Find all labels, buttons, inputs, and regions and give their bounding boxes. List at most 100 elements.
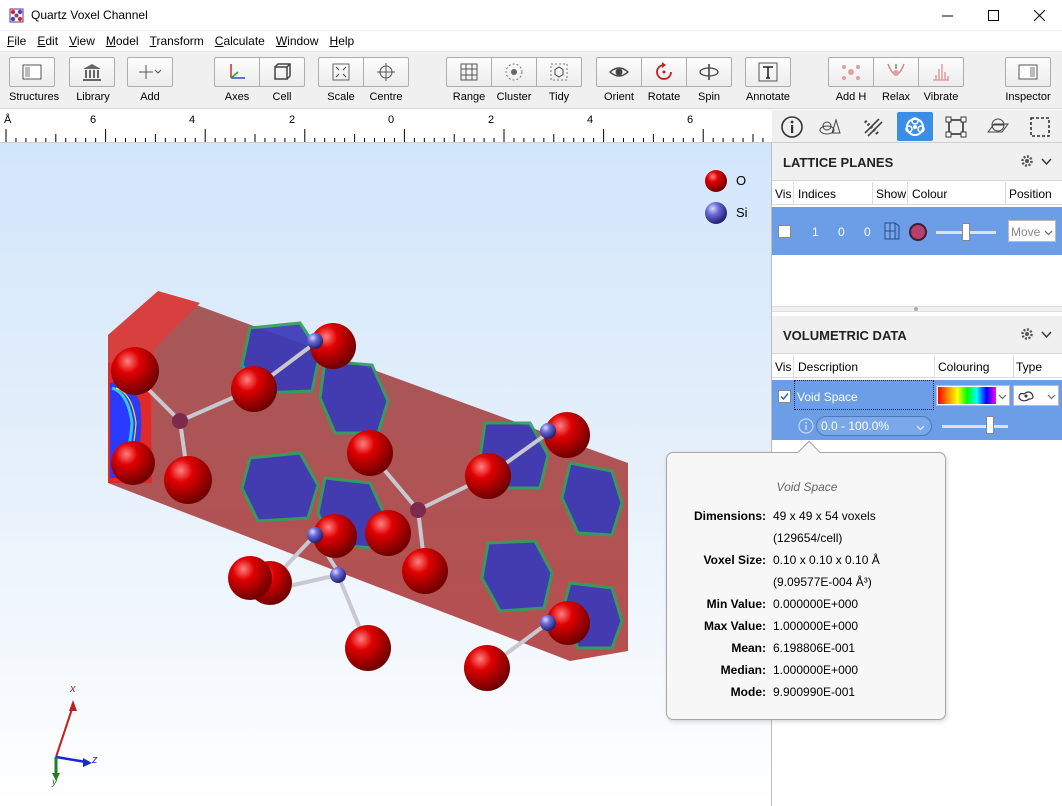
eye-icon [608, 67, 630, 77]
splitter-handle[interactable] [772, 306, 1062, 312]
legend-si-sphere [705, 202, 727, 224]
menu-view[interactable]: View [65, 34, 99, 48]
volumetric-data-columns: Vis Description Colouring Type [772, 355, 1062, 378]
centre-icon [377, 63, 395, 81]
inspector-icon [1018, 64, 1038, 80]
info-icon[interactable] [798, 418, 814, 434]
close-button[interactable] [1016, 0, 1062, 31]
volumetric-visible-checkbox[interactable] [778, 390, 791, 403]
tooltip-key: Dimensions: [693, 509, 766, 523]
lattice-plane-visible-checkbox[interactable] [778, 225, 791, 238]
tab-info[interactable] [774, 112, 810, 141]
tab-plane[interactable] [980, 112, 1016, 141]
menu-edit[interactable]: Edit [33, 34, 62, 48]
relax-button[interactable]: Relax [873, 57, 919, 107]
add-button[interactable]: Add [127, 57, 173, 107]
centre-button[interactable]: Centre [363, 57, 409, 107]
structures-icon [22, 64, 42, 80]
tooltip-key: Max Value: [703, 619, 766, 633]
col-colour: Colour [912, 187, 948, 201]
plane-show-icon[interactable] [882, 221, 902, 241]
vibrate-icon [933, 64, 949, 81]
surface-type-select[interactable] [1013, 385, 1059, 406]
info-icon [781, 115, 803, 138]
tooltip-value: (129654/cell) [773, 531, 843, 545]
menu-window[interactable]: Window [272, 34, 323, 48]
chevron-down-icon [1047, 394, 1056, 400]
menu-file[interactable]: File [3, 34, 30, 48]
spin-button[interactable]: Spin [686, 57, 732, 107]
chevron-down-icon [1044, 230, 1053, 236]
minimize-button[interactable] [924, 0, 970, 31]
ruler-tick-label: 4 [189, 114, 196, 126]
opacity-slider[interactable] [942, 425, 1008, 428]
close-icon [1033, 10, 1045, 21]
tooltip-value: 1.000000E+000 [773, 619, 859, 633]
tooltip-title: Void Space [776, 480, 838, 494]
range-select[interactable]: 0.0 - 100.0% [816, 416, 932, 436]
ruler-tick-label: 4 [587, 114, 594, 126]
axes-button[interactable]: Axes [214, 57, 260, 107]
ruler-tick-label: 2 [488, 114, 495, 126]
axes-triad [52, 700, 92, 781]
lattice-plane-row[interactable]: 1 0 0 Move [772, 207, 1062, 255]
menu-bar: File Edit View Model Transform Calculate… [0, 31, 1062, 51]
menu-help[interactable]: Help [326, 34, 359, 48]
add-icon [139, 65, 161, 79]
range-button[interactable]: Range [446, 57, 492, 107]
chevron-down-icon[interactable] [1041, 329, 1052, 340]
plane-icon [987, 118, 1009, 132]
volumetric-row[interactable]: Void Space 0.0 - 100.0% [772, 380, 1062, 440]
maximize-icon [987, 10, 999, 21]
inspector-button[interactable]: Inspector [1005, 57, 1051, 107]
plane-position-slider-thumb[interactable] [962, 223, 970, 241]
rotate-button[interactable]: Rotate [641, 57, 687, 107]
menu-model[interactable]: Model [102, 34, 143, 48]
tab-cell[interactable] [938, 112, 974, 141]
index-h: 1 [812, 225, 819, 239]
cluster-button[interactable]: Cluster [491, 57, 537, 107]
tab-shapes[interactable] [812, 112, 848, 141]
lattice-planes-title: LATTICE PLANES [783, 155, 894, 170]
tooltip-value: (9.09577E-004 Å³) [773, 575, 872, 589]
axis-z-label: z [92, 754, 98, 766]
annotate-button[interactable]: Annotate [745, 57, 791, 107]
vibrate-button[interactable]: Vibrate [918, 57, 964, 107]
opacity-slider-thumb[interactable] [986, 416, 994, 434]
minimize-icon [941, 15, 953, 17]
position-select[interactable]: Move [1008, 220, 1056, 242]
add-h-button[interactable]: Add H [828, 57, 874, 107]
orient-button[interactable]: Orient [596, 57, 642, 107]
library-button[interactable]: Library [69, 57, 117, 107]
checkmark-icon [780, 393, 789, 401]
plane-colour-swatch[interactable] [909, 223, 927, 241]
gear-icon[interactable] [1020, 327, 1034, 341]
tidy-button[interactable]: Tidy [536, 57, 582, 107]
tooltip-value: 49 x 49 x 54 voxels [773, 509, 876, 523]
colour-scale-select[interactable] [936, 385, 1010, 406]
tab-selection[interactable] [1022, 112, 1058, 141]
tidy-icon [550, 63, 568, 81]
tab-bonds[interactable] [855, 112, 891, 141]
cell-box-icon [945, 116, 967, 137]
scale-button[interactable]: Scale [318, 57, 364, 107]
legend-o-sphere [705, 170, 727, 192]
rotate-icon [656, 62, 672, 80]
tab-surfaces[interactable] [897, 112, 933, 141]
toolbar: Structures Library Add Axes Cell Scale C… [0, 51, 1062, 109]
menu-calculate[interactable]: Calculate [211, 34, 269, 48]
add-hydrogen-icon [842, 65, 860, 80]
3d-viewport[interactable]: O Si x z y [0, 143, 772, 806]
ruler-tick-label: 2 [289, 114, 296, 126]
ruler-tick-label: 6 [687, 114, 694, 126]
maximize-button[interactable] [970, 0, 1016, 31]
shapes-icon [819, 117, 841, 134]
structures-button[interactable]: Structures [9, 57, 59, 107]
chevron-down-icon [916, 425, 925, 431]
cell-button[interactable]: Cell [259, 57, 305, 107]
gear-icon[interactable] [1020, 154, 1034, 168]
cell-icon [274, 63, 291, 80]
axes-icon [230, 64, 245, 79]
chevron-down-icon[interactable] [1041, 156, 1052, 167]
menu-transform[interactable]: Transform [146, 34, 208, 48]
